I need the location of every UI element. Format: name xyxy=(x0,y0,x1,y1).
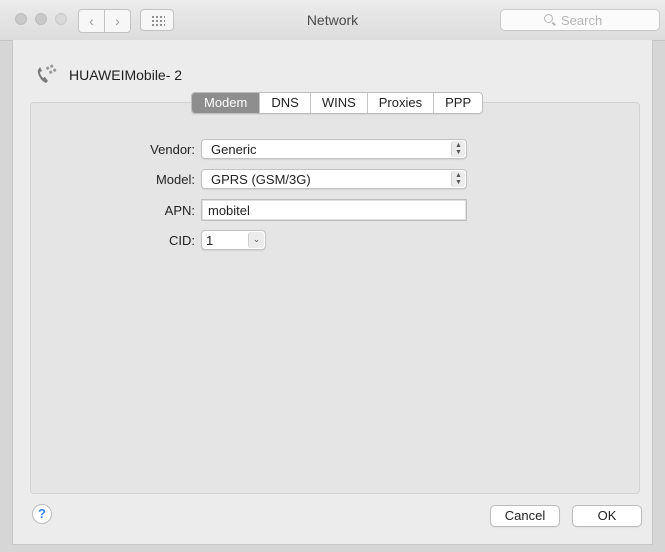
search-icon xyxy=(544,14,553,23)
vendor-value: Generic xyxy=(211,142,257,157)
help-button[interactable]: ? xyxy=(32,504,52,524)
apn-row: APN: mobitel xyxy=(31,199,467,221)
tab-proxies[interactable]: Proxies xyxy=(366,93,433,113)
device-header: HUAWEIMobile- 2 xyxy=(33,61,182,89)
vendor-row: Vendor: Generic ▲ ▼ xyxy=(31,139,467,159)
search-placeholder: Search xyxy=(561,13,603,28)
model-label: Model: xyxy=(155,171,195,187)
cid-row: CID: 1 ⌄ xyxy=(31,230,266,250)
search-field[interactable]: Search xyxy=(500,9,660,31)
advanced-settings-sheet: HUAWEIMobile- 2 Modem DNS WINS Proxies P… xyxy=(12,40,653,545)
title-bar: ‹ › Network Search xyxy=(0,0,665,41)
tab-wins[interactable]: WINS xyxy=(309,93,367,113)
tab-dns[interactable]: DNS xyxy=(259,93,309,113)
updown-arrows-icon: ▲ ▼ xyxy=(451,141,465,157)
cid-value: 1 xyxy=(206,233,214,248)
chevron-down-icon: ⌄ xyxy=(248,232,264,248)
cancel-button[interactable]: Cancel xyxy=(490,505,560,527)
vendor-popup[interactable]: Generic ▲ ▼ xyxy=(201,139,467,159)
model-value: GPRS (GSM/3G) xyxy=(211,172,311,187)
cid-label: CID: xyxy=(169,232,195,248)
ok-button[interactable]: OK xyxy=(572,505,642,527)
device-name: HUAWEIMobile- 2 xyxy=(69,67,183,83)
tab-panel xyxy=(30,102,640,494)
tab-modem[interactable]: Modem xyxy=(192,93,260,113)
model-row: Model: GPRS (GSM/3G) ▲ ▼ xyxy=(31,169,467,189)
model-popup[interactable]: GPRS (GSM/3G) ▲ ▼ xyxy=(201,169,467,189)
apn-input[interactable]: mobitel xyxy=(201,199,467,221)
apn-label: APN: xyxy=(164,202,195,218)
updown-arrows-icon: ▲ ▼ xyxy=(451,171,465,187)
tab-ppp[interactable]: PPP xyxy=(433,93,482,113)
phone-icon xyxy=(37,64,57,83)
apn-value: mobitel xyxy=(208,203,250,218)
vendor-label: Vendor: xyxy=(150,141,195,157)
cid-combobox[interactable]: 1 ⌄ xyxy=(201,230,266,250)
tab-bar: Modem DNS WINS Proxies PPP xyxy=(191,92,484,114)
